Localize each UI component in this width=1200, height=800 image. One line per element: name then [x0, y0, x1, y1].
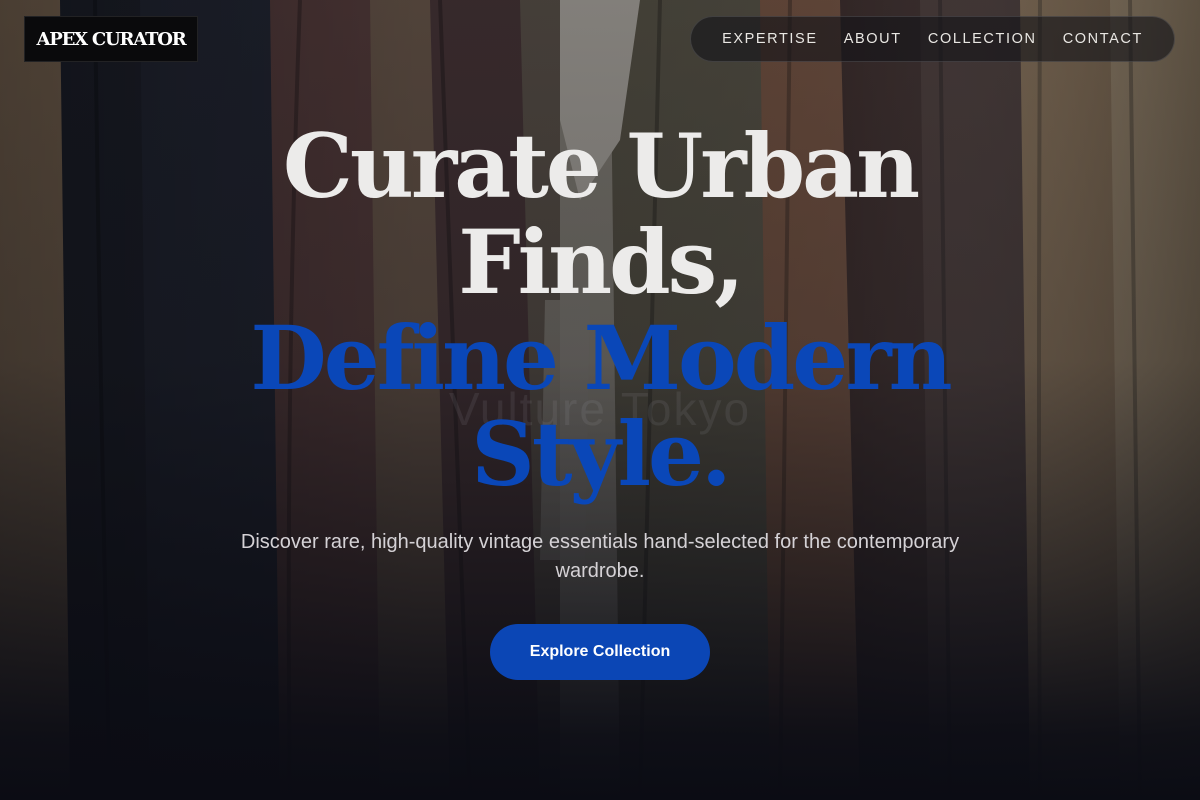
hero-headline: Curate Urban Finds, Define Modern Style. — [0, 118, 1200, 502]
nav-link-expertise[interactable]: EXPERTISE — [722, 31, 818, 47]
explore-collection-button[interactable]: Explore Collection — [490, 624, 710, 680]
hero-subtitle: Discover rare, high-quality vintage esse… — [240, 531, 960, 582]
nav-link-collection[interactable]: COLLECTION — [928, 31, 1037, 47]
headline-line-2: Finds, — [458, 210, 745, 314]
brand-logo-text: APEX CURATOR — [36, 28, 186, 50]
nav-link-contact[interactable]: CONTACT — [1063, 31, 1143, 47]
nav-link-about[interactable]: ABOUT — [844, 31, 902, 47]
headline-line-3: Define Modern — [250, 306, 952, 410]
headline-line-1: Curate Urban — [282, 114, 920, 218]
main-nav: EXPERTISE ABOUT COLLECTION CONTACT — [690, 16, 1175, 62]
brand-logo[interactable]: APEX CURATOR — [24, 16, 198, 62]
headline-line-4: Style. — [471, 402, 731, 506]
